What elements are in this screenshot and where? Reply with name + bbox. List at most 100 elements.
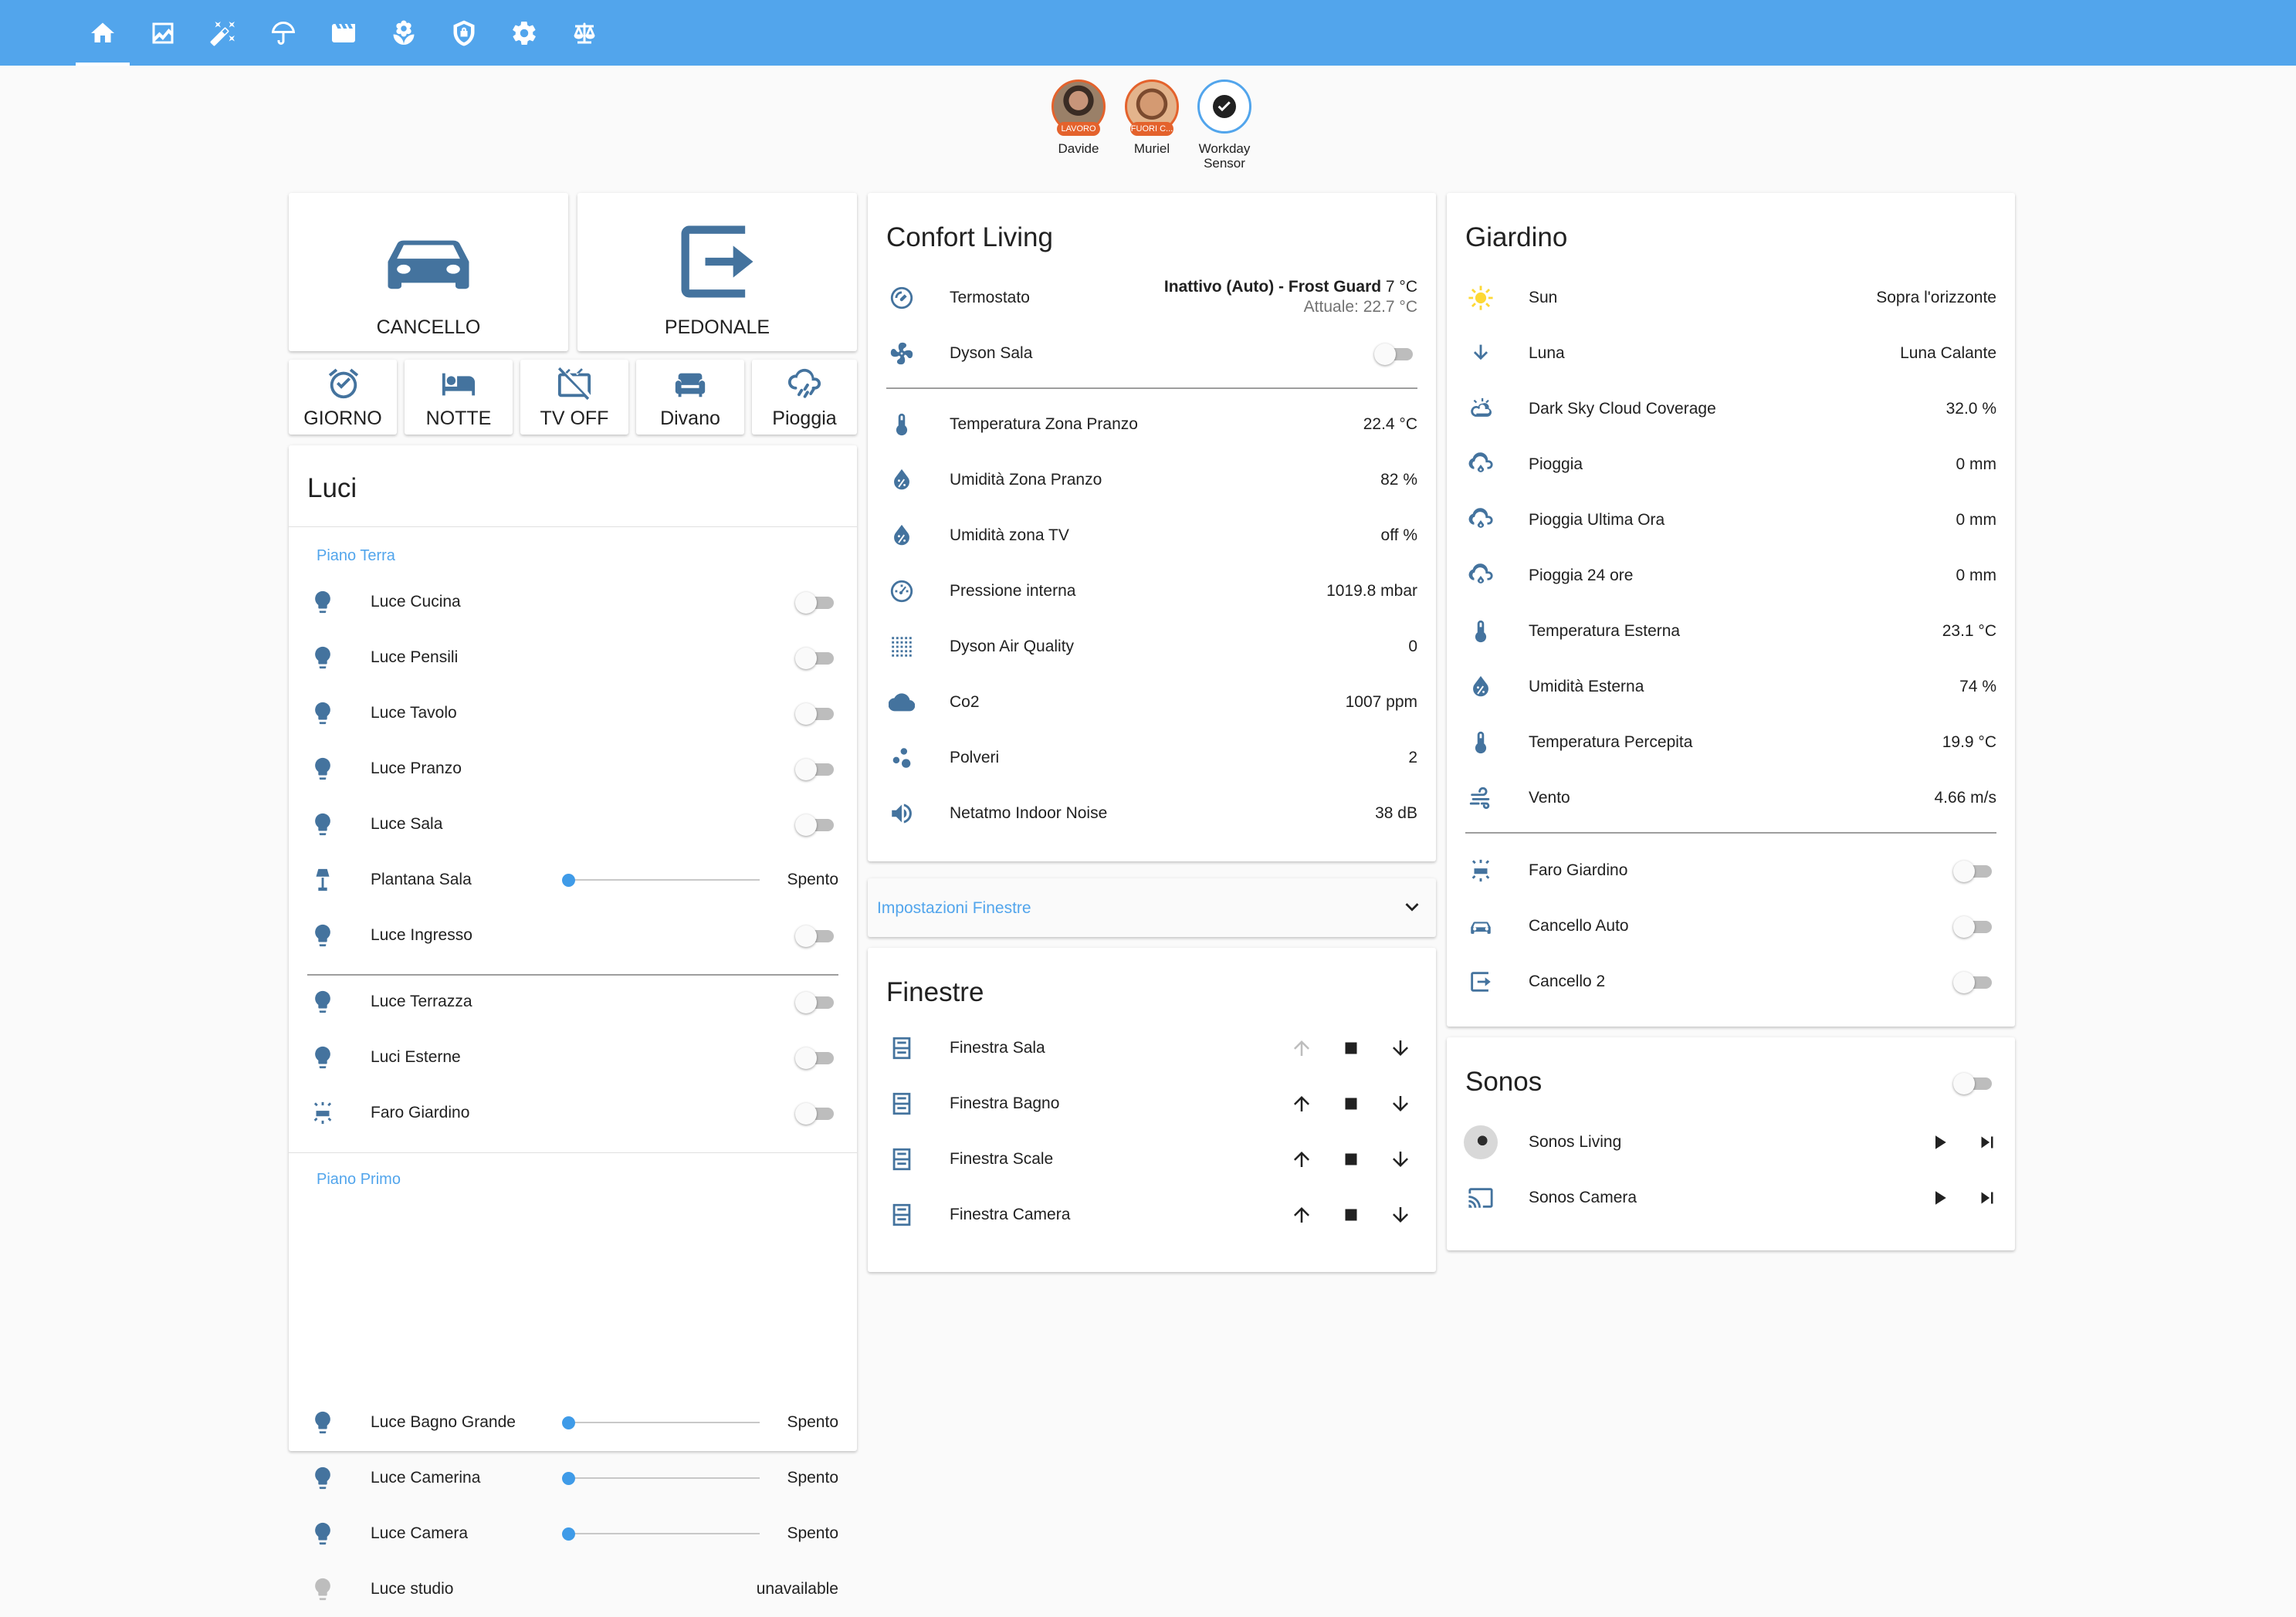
entity-toggle[interactable] (795, 1100, 838, 1126)
sensor-row[interactable]: Luna Luna Calante (1447, 326, 2015, 381)
entity-toggle[interactable] (795, 811, 838, 837)
sensor-row[interactable]: Umidità Zona Pranzo 82 % (868, 452, 1436, 508)
entity-toggle[interactable] (795, 644, 838, 671)
media-player-row[interactable]: Sonos Camera (1447, 1170, 2015, 1226)
sensor-row[interactable]: Temperatura Percepita 19.9 °C (1447, 715, 2015, 770)
sensor-row[interactable]: Vento 4.66 m/s (1447, 770, 2015, 826)
brightness-slider[interactable] (562, 1411, 760, 1434)
sensor-row[interactable]: Pioggia 0 mm (1447, 437, 2015, 492)
cover-stop-button[interactable] (1334, 1087, 1368, 1121)
cover-row[interactable]: Finestra Scale (868, 1132, 1436, 1187)
sensor-row[interactable]: Netatmo Indoor Noise 38 dB (868, 786, 1436, 841)
dyson-sala-row[interactable]: Dyson Sala (868, 326, 1436, 381)
scene-notte-button[interactable]: NOTTE (405, 360, 513, 435)
light-row[interactable]: Luce Sala (289, 797, 857, 852)
light-row[interactable]: Luce Camera Spento (289, 1506, 857, 1561)
badge-davide[interactable]: LAVORO Davide (1044, 79, 1113, 156)
light-row[interactable]: Luce Pranzo (289, 741, 857, 797)
tab-home[interactable] (76, 0, 130, 66)
light-row[interactable]: Luci Esterne (289, 1030, 857, 1085)
sensor-row[interactable]: Temperatura Esterna 23.1 °C (1447, 604, 2015, 659)
badge-workday[interactable]: Workday Sensor (1190, 79, 1259, 171)
slider-handle[interactable] (562, 1472, 575, 1485)
entity-toggle[interactable] (795, 1044, 838, 1071)
cover-close-button[interactable] (1383, 1031, 1417, 1065)
tab-garden[interactable] (377, 0, 431, 66)
entity-toggle[interactable] (795, 700, 838, 726)
scene-giorno-button[interactable]: GIORNO (289, 360, 397, 435)
sensor-row[interactable]: Umidità zona TV off % (868, 508, 1436, 563)
cover-close-button[interactable] (1383, 1142, 1417, 1176)
entity-toggle[interactable] (795, 756, 838, 782)
light-row[interactable]: Luce Bagno Grande Spento (289, 1395, 857, 1450)
sensor-row[interactable]: Pioggia 24 ore 0 mm (1447, 548, 2015, 604)
entity-toggle[interactable] (1953, 913, 1996, 939)
brightness-slider[interactable] (562, 1522, 760, 1545)
cover-row[interactable]: Finestra Bagno (868, 1076, 1436, 1132)
next-track-button[interactable] (1970, 1181, 2004, 1215)
sensor-row[interactable]: Polveri 2 (868, 730, 1436, 786)
entity-toggle[interactable] (795, 589, 838, 615)
cover-row[interactable]: Finestra Camera (868, 1187, 1436, 1243)
tab-media[interactable] (317, 0, 371, 66)
sonos-master-toggle[interactable] (1953, 1070, 1996, 1096)
light-row[interactable]: Luce studio unavailable (289, 1561, 857, 1617)
entity-toggle[interactable] (1953, 858, 1996, 884)
cover-row[interactable]: Finestra Sala (868, 1020, 1436, 1076)
light-row[interactable]: Luce Tavolo (289, 685, 857, 741)
sensor-row[interactable]: Dark Sky Cloud Coverage 32.0 % (1447, 381, 2015, 437)
media-player-row[interactable]: Sonos Living (1447, 1115, 2015, 1170)
cover-stop-button[interactable] (1334, 1031, 1368, 1065)
slider-handle[interactable] (562, 1416, 575, 1429)
light-row[interactable]: Luce Pensili (289, 630, 857, 685)
cover-close-button[interactable] (1383, 1198, 1417, 1232)
light-row[interactable]: Luce Cucina (289, 574, 857, 630)
tab-weather[interactable] (256, 0, 310, 66)
pedonale-button[interactable]: PEDONALE (577, 193, 857, 351)
sensor-row[interactable]: Sun Sopra l'orizzonte (1447, 270, 2015, 326)
tab-security[interactable] (437, 0, 491, 66)
cancello-button[interactable]: CANCELLO (289, 193, 568, 351)
light-row[interactable]: Luce Camerina Spento (289, 1450, 857, 1506)
cover-stop-button[interactable] (1334, 1142, 1368, 1176)
scene-pioggia-button[interactable]: Pioggia (752, 360, 857, 435)
cover-open-button[interactable] (1285, 1087, 1319, 1121)
cover-open-button[interactable] (1285, 1142, 1319, 1176)
sensor-row[interactable]: Temperatura Zona Pranzo 22.4 °C (868, 397, 1436, 452)
tab-automation[interactable] (196, 0, 250, 66)
play-button[interactable] (1922, 1181, 1956, 1215)
slider-handle[interactable] (562, 874, 575, 887)
cover-open-button[interactable] (1285, 1031, 1319, 1065)
tab-settings[interactable] (497, 0, 551, 66)
entity-toggle[interactable] (795, 922, 838, 949)
next-track-button[interactable] (1970, 1125, 2004, 1159)
dyson-sala-toggle[interactable] (1374, 340, 1417, 367)
brightness-slider[interactable] (562, 868, 760, 891)
entity-toggle[interactable] (1953, 969, 1996, 995)
scene-tv-off-button[interactable]: TV OFF (520, 360, 628, 435)
switch-row[interactable]: Faro Giardino (1447, 843, 2015, 898)
termostato-row[interactable]: Termostato Inattivo (Auto) - Frost Guard… (868, 270, 1436, 326)
sensor-row[interactable]: Co2 1007 ppm (868, 675, 1436, 730)
light-row[interactable]: Plantana Sala Spento (289, 852, 857, 908)
switch-row[interactable]: Cancello 2 (1447, 954, 2015, 1010)
brightness-slider[interactable] (562, 1466, 760, 1490)
slider-handle[interactable] (562, 1527, 575, 1541)
light-row[interactable]: Faro Giardino (289, 1085, 857, 1141)
sensor-row[interactable]: Pioggia Ultima Ora 0 mm (1447, 492, 2015, 548)
tab-energy[interactable] (557, 0, 611, 66)
sensor-row[interactable]: Umidità Esterna 74 % (1447, 659, 2015, 715)
badge-muriel[interactable]: FUORI C... Muriel (1117, 79, 1187, 156)
cover-stop-button[interactable] (1334, 1198, 1368, 1232)
switch-row[interactable]: Cancello Auto (1447, 898, 2015, 954)
light-row[interactable]: Luce Terrazza (289, 974, 857, 1030)
cover-open-button[interactable] (1285, 1198, 1319, 1232)
cover-close-button[interactable] (1383, 1087, 1417, 1121)
impostazioni-finestre-expander[interactable]: Impostazioni Finestre (868, 878, 1436, 937)
sensor-row[interactable]: Dyson Air Quality 0 (868, 619, 1436, 675)
entity-toggle[interactable] (795, 989, 838, 1015)
tab-history[interactable] (136, 0, 190, 66)
light-row[interactable]: Luce Ingresso (289, 908, 857, 963)
scene-divano-button[interactable]: Divano (636, 360, 744, 435)
play-button[interactable] (1922, 1125, 1956, 1159)
